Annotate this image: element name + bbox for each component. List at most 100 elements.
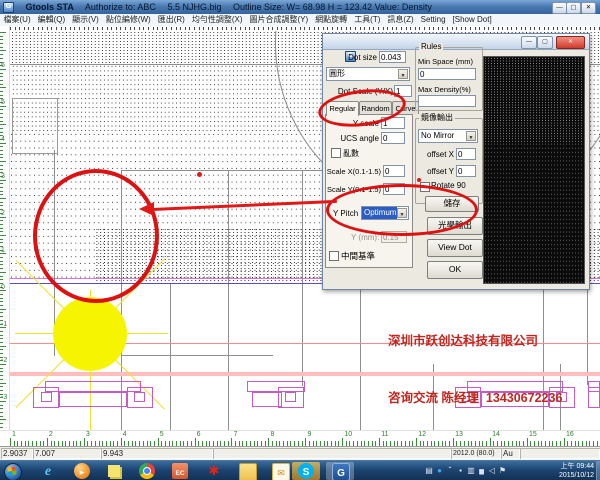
dialog-minimize-button[interactable]: — [521,36,537,49]
dot-shape-dropdown[interactable]: 圓形 ▼ [326,67,410,81]
maximize-button[interactable]: ▢ [566,2,581,14]
view-dot-button[interactable]: View Dot [427,239,483,257]
taskbar-item[interactable] [166,462,194,480]
usb-icon[interactable] [456,466,466,476]
ruler-tick [530,27,531,30]
ruler-tick [511,27,512,30]
menu-item[interactable]: 網點旋轉 [312,14,351,26]
taskbar-item[interactable] [68,462,96,480]
ruler-tick [135,441,136,446]
taskbar-item[interactable] [326,462,354,480]
ruler-tick [552,441,553,446]
ruler-number: 8 [271,431,275,438]
menu-item[interactable]: 圖片合成調整(Y) [246,14,312,26]
ruler-tick [80,441,81,446]
taskbar-item[interactable] [233,462,261,480]
ruler-tick [0,294,3,295]
ruler-tick [171,27,172,30]
ruler-tick [0,349,3,350]
v-guide-line [360,288,361,430]
volume-icon[interactable] [487,466,497,476]
menu-item[interactable]: [Show Dot] [449,14,495,26]
menu-item[interactable]: 點位編修(W) [102,14,154,26]
close-button[interactable]: ✕ [581,2,596,14]
scale-x-input[interactable] [383,165,405,177]
ruler-tick [539,27,540,30]
ruler-tick [0,109,3,110]
taskbar-item[interactable] [34,462,62,480]
ok-button[interactable]: OK [427,261,483,279]
ruler-tick [220,441,221,446]
taskbar-item[interactable] [100,462,128,480]
ruler-number: 2 [1,210,5,217]
max-density-input[interactable] [418,95,476,107]
start-button[interactable] [4,463,22,480]
offset-x-input[interactable] [456,148,476,160]
menu-item[interactable]: 檔案(U) [0,14,34,26]
taskbar-item[interactable] [292,462,320,480]
printer-icon[interactable] [424,466,434,476]
show-desktop-button[interactable] [596,461,600,480]
ruler-tick [335,441,336,446]
taskbar-item[interactable] [266,462,294,480]
ruler-tick [281,27,282,30]
dialog-close-button[interactable]: ✕ [556,36,585,49]
taskbar-clock[interactable]: 上午 09:44 2015/10/12 [538,462,594,480]
center-ref-checkbox[interactable] [329,251,339,261]
ruler-tick [56,27,57,30]
ruler-tick [549,441,550,446]
ruler-tick [97,27,98,30]
ruler-tick [504,441,505,446]
min-space-input[interactable] [418,68,476,80]
annotation-arrow-head [139,202,154,216]
ruler-tick [143,27,144,30]
menu-item[interactable]: 訊息(Z) [384,14,417,26]
action-center-flag-icon[interactable] [498,466,508,476]
ruler-tick [525,27,526,30]
menu-item[interactable]: 匯出(R) [154,14,188,26]
ruler-tick [69,441,70,446]
skype-icon [298,463,314,479]
ruler-tick [519,441,520,446]
ruler-tick [412,441,413,446]
ruler-tick [401,27,402,30]
menu-item[interactable]: 編輯(Q) [34,14,69,26]
mirror-mode-dropdown[interactable]: No Mirror ▼ [418,129,478,143]
ruler-tick [575,441,576,446]
network-icon[interactable] [477,466,487,476]
ruler-tick [324,441,325,446]
menu-item[interactable]: 工具(T) [351,14,384,26]
ruler-tick [0,202,3,203]
chevron-down-icon[interactable]: ▼ [466,131,476,141]
menu-item[interactable]: Setting [417,14,449,26]
menu-item[interactable]: 均勻性調整(X) [188,14,246,26]
update-icon[interactable] [435,466,445,476]
ruler-tick [545,441,546,446]
ruler-tick [231,27,232,30]
ruler-tick [0,338,3,339]
canvas-workspace[interactable]: 6543210-1-2-3 12345678910111213141516 深圳… [0,26,600,446]
ruler-tick [0,32,6,33]
ruler-tick [394,441,395,446]
random-checkbox[interactable] [331,148,341,158]
dot-size-input[interactable] [379,51,406,63]
offset-y-input[interactable] [456,165,476,177]
ruler-tick [261,441,262,446]
taskbar-item[interactable] [133,462,161,480]
dialog-maximize-button[interactable]: ▢ [537,36,553,49]
menu-item[interactable]: 顯示(V) [69,14,103,26]
taskbar-item[interactable] [200,462,228,480]
ruler-tick [235,441,236,446]
ruler-tick [373,27,374,30]
ruler-tick [47,27,48,30]
ime-icon[interactable] [466,466,476,476]
ucs-angle-input[interactable] [381,132,405,144]
chevron-down-icon[interactable]: ▼ [398,69,408,79]
ruler-tick [593,441,594,446]
hidden-icons-arrow-icon[interactable] [445,466,455,476]
ruler-number: -3 [1,394,7,401]
ruler-tick [102,27,103,30]
ruler-tick [585,27,586,30]
ruler-tick [567,441,568,446]
minimize-button[interactable]: — [552,2,567,14]
